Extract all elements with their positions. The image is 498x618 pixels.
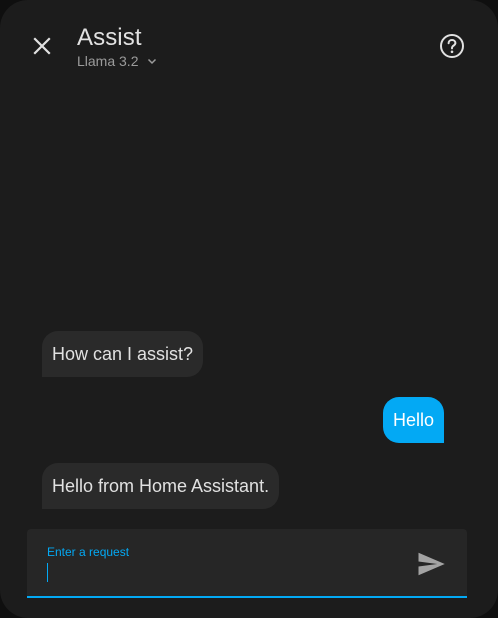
- agent-message: Hello from Home Assistant.: [42, 463, 280, 509]
- pipeline-name: Llama 3.2: [77, 53, 139, 69]
- message-text: How can I assist?: [52, 344, 194, 364]
- assist-dialog: Assist Llama 3.2 How can I assist? Hello: [0, 0, 498, 618]
- close-button[interactable]: [26, 30, 58, 62]
- input-label: Enter a request: [47, 545, 130, 559]
- chevron-down-icon: [146, 55, 158, 67]
- help-circle-icon: [440, 34, 464, 58]
- message-text: Hello: [393, 410, 435, 430]
- request-input-container[interactable]: Enter a request: [27, 529, 467, 598]
- request-input[interactable]: [47, 562, 407, 584]
- close-icon: [33, 37, 51, 55]
- agent-message: How can I assist?: [42, 331, 204, 377]
- dialog-header: Assist Llama 3.2: [0, 0, 498, 90]
- help-button[interactable]: [436, 30, 468, 62]
- dialog-title: Assist: [77, 24, 142, 51]
- pipeline-selector[interactable]: Llama 3.2: [77, 53, 158, 69]
- send-icon: [418, 552, 445, 576]
- title-block: Assist Llama 3.2: [77, 24, 158, 69]
- user-message: Hello: [383, 397, 445, 443]
- message-text: Hello from Home Assistant.: [52, 476, 270, 496]
- send-button[interactable]: [413, 546, 449, 582]
- text-caret: [47, 563, 48, 582]
